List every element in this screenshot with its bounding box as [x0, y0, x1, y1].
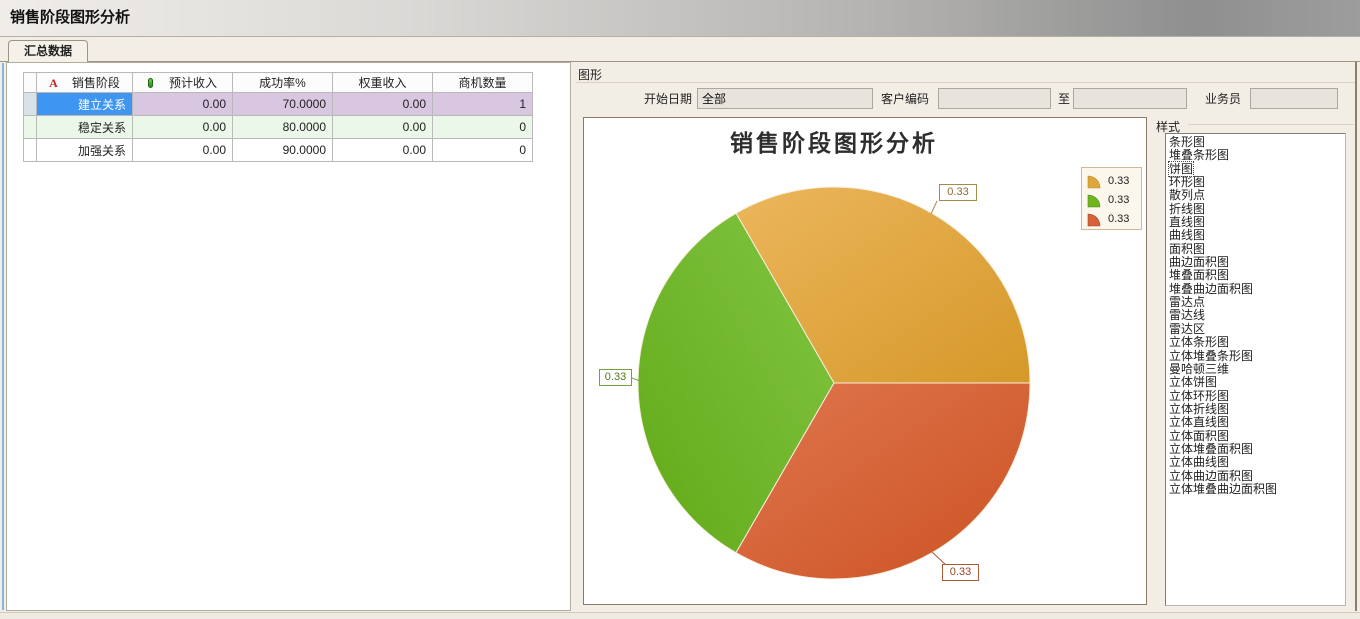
- stage-cell[interactable]: 建立关系: [37, 93, 133, 116]
- slice-value-label: 0.33: [942, 564, 979, 581]
- style-option[interactable]: 立体堆叠条形图: [1169, 350, 1345, 363]
- style-option-selected[interactable]: 饼图: [1169, 163, 1345, 176]
- panel-left-accent: [2, 63, 4, 610]
- column-header-weighted-income[interactable]: 权重收入: [333, 73, 433, 93]
- pie-slice-icon: [1086, 211, 1103, 227]
- pie-slice-icon: [1086, 192, 1103, 208]
- pie-chart-area: 销售阶段图形分析: [583, 117, 1147, 605]
- style-option[interactable]: 堆叠曲边面积图: [1169, 283, 1345, 296]
- group-divider: [1188, 124, 1354, 125]
- style-option[interactable]: 堆叠条形图: [1169, 149, 1345, 162]
- pie-chart: [584, 118, 1148, 606]
- title-bar: 销售阶段图形分析: [0, 0, 1360, 37]
- opportunity-count-cell[interactable]: 0: [433, 139, 533, 162]
- column-header-success-rate[interactable]: 成功率%: [233, 73, 333, 93]
- column-header-opportunity-count[interactable]: 商机数量: [433, 73, 533, 93]
- filter-pill-icon: [148, 78, 153, 88]
- style-option[interactable]: 折线图: [1169, 203, 1345, 216]
- style-option[interactable]: 立体饼图: [1169, 376, 1345, 389]
- style-option[interactable]: 雷达线: [1169, 309, 1345, 322]
- style-option[interactable]: 条形图: [1169, 136, 1345, 149]
- legend-item: 0.33: [1086, 190, 1141, 209]
- status-strip: [0, 612, 1360, 619]
- style-option[interactable]: 雷达点: [1169, 296, 1345, 309]
- summary-table-panel: A销售阶段 预计收入 成功率% 权重收入 商机数量 建立关系 0.00 70.0…: [6, 62, 571, 611]
- success-rate-cell[interactable]: 90.0000: [233, 139, 333, 162]
- row-indicator-cell[interactable]: [24, 93, 37, 116]
- pie-slice-icon: [1086, 173, 1103, 189]
- row-indicator-cell[interactable]: [24, 116, 37, 139]
- style-option[interactable]: 曲线图: [1169, 229, 1345, 242]
- opportunity-count-cell[interactable]: 1: [433, 93, 533, 116]
- group-divider: [576, 82, 1355, 83]
- table-row[interactable]: 建立关系 0.00 70.0000 0.00 1: [24, 93, 533, 116]
- legend-value: 0.33: [1108, 175, 1129, 187]
- customer-code-input[interactable]: [938, 88, 1051, 109]
- start-date-input[interactable]: [697, 88, 873, 109]
- column-header-expected-income[interactable]: 预计收入: [133, 73, 233, 93]
- chart-legend: 0.33 0.33 0.33: [1081, 167, 1142, 230]
- weighted-income-cell[interactable]: 0.00: [333, 116, 433, 139]
- opportunity-count-cell[interactable]: 0: [433, 116, 533, 139]
- style-option[interactable]: 立体直线图: [1169, 416, 1345, 429]
- graph-groupbox: 图形 开始日期 客户编码 至 业务员 销售阶段图形分析: [576, 62, 1357, 611]
- tab-label: 汇总数据: [24, 44, 72, 58]
- app-window: 销售阶段图形分析 汇总数据 A销售阶段 预计收入 成功率% 权重收入 商机数量: [0, 0, 1360, 619]
- sales-stage-table: A销售阶段 预计收入 成功率% 权重收入 商机数量 建立关系 0.00 70.0…: [23, 72, 533, 162]
- stage-cell[interactable]: 稳定关系: [37, 116, 133, 139]
- legend-value: 0.33: [1108, 194, 1129, 206]
- weighted-income-cell[interactable]: 0.00: [333, 93, 433, 116]
- salesperson-label: 业务员: [1205, 91, 1241, 107]
- style-option[interactable]: 立体环形图: [1169, 390, 1345, 403]
- graph-group-label: 图形: [578, 66, 602, 83]
- table-row[interactable]: 加强关系 0.00 90.0000 0.00 0: [24, 139, 533, 162]
- success-rate-cell[interactable]: 80.0000: [233, 116, 333, 139]
- legend-item: 0.33: [1086, 171, 1141, 190]
- salesperson-input[interactable]: [1250, 88, 1338, 109]
- column-header-stage[interactable]: A销售阶段: [37, 73, 133, 93]
- success-rate-cell[interactable]: 70.0000: [233, 93, 333, 116]
- tab-summary-data[interactable]: 汇总数据: [8, 40, 88, 62]
- style-option[interactable]: 直线图: [1169, 216, 1345, 229]
- weighted-income-cell[interactable]: 0.00: [333, 139, 433, 162]
- table-header-row: A销售阶段 预计收入 成功率% 权重收入 商机数量: [24, 73, 533, 93]
- to-label: 至: [1058, 91, 1070, 107]
- style-option[interactable]: 立体曲边面积图: [1169, 470, 1345, 483]
- customer-code-to-input[interactable]: [1073, 88, 1187, 109]
- expected-income-cell[interactable]: 0.00: [133, 139, 233, 162]
- slice-value-label: 0.33: [939, 184, 977, 201]
- style-option[interactable]: 立体堆叠曲边面积图: [1169, 483, 1345, 496]
- start-date-label: 开始日期: [644, 91, 692, 107]
- page-title: 销售阶段图形分析: [10, 0, 130, 36]
- chart-style-listbox[interactable]: 条形图 堆叠条形图 饼图 环形图 散列点 折线图 直线图 曲线图 面积图 曲边面…: [1165, 133, 1346, 606]
- style-option[interactable]: 曲边面积图: [1169, 256, 1345, 269]
- expected-income-cell[interactable]: 0.00: [133, 116, 233, 139]
- row-indicator-cell[interactable]: [24, 139, 37, 162]
- style-option[interactable]: 立体条形图: [1169, 336, 1345, 349]
- style-option[interactable]: 面积图: [1169, 243, 1345, 256]
- slice-value-label: 0.33: [599, 369, 632, 386]
- customer-code-label: 客户编码: [881, 91, 929, 107]
- style-option[interactable]: 堆叠面积图: [1169, 269, 1345, 282]
- legend-value: 0.33: [1108, 213, 1129, 225]
- sort-a-icon: A: [49, 76, 58, 90]
- stage-cell[interactable]: 加强关系: [37, 139, 133, 162]
- style-option[interactable]: 立体面积图: [1169, 430, 1345, 443]
- expected-income-cell[interactable]: 0.00: [133, 93, 233, 116]
- style-option[interactable]: 散列点: [1169, 189, 1345, 202]
- style-option[interactable]: 立体曲线图: [1169, 456, 1345, 469]
- table-row[interactable]: 稳定关系 0.00 80.0000 0.00 0: [24, 116, 533, 139]
- label-leader-line: [931, 201, 937, 214]
- row-indicator-header: [24, 73, 37, 93]
- legend-item: 0.33: [1086, 209, 1141, 228]
